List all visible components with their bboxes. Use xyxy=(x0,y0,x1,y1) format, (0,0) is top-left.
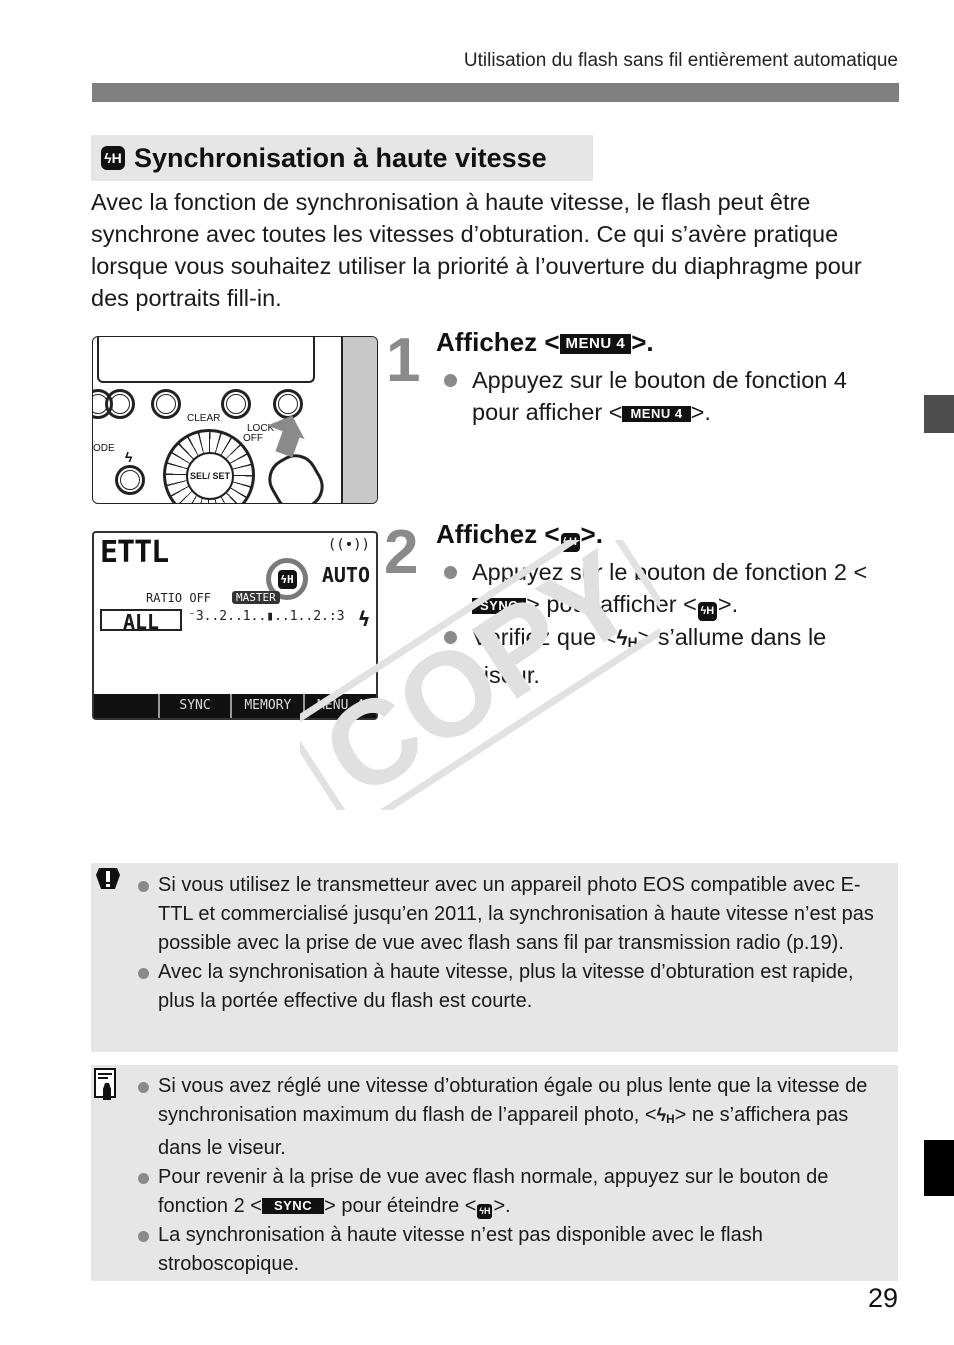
list-item: Avec la synchronisation à haute vitesse,… xyxy=(136,958,878,1016)
function-button-2 xyxy=(151,389,181,419)
section-title-text: Synchronisation à haute vitesse xyxy=(134,142,547,173)
lcd-menu-item xyxy=(94,694,158,718)
flash-icon: ϟ xyxy=(357,607,370,631)
menu4-tag: MENU 4 xyxy=(559,334,632,354)
lcd-master: MASTER xyxy=(232,591,280,604)
list-item: Appuyez sur le bouton de fonction 4 pour… xyxy=(436,364,896,428)
page-number: 29 xyxy=(867,1283,898,1313)
step-title-text: Affichez < xyxy=(436,327,560,357)
bullet-icon xyxy=(444,631,457,644)
intro-paragraph: Avec la fonction de synchronisation à ha… xyxy=(91,189,862,311)
high-speed-sync-icon: ϟH xyxy=(697,602,717,621)
function-button-3 xyxy=(221,389,251,419)
step-number-1: 1 xyxy=(386,326,421,395)
bullet-icon xyxy=(138,1082,149,1093)
list-item: Vérifiez que <ϟH> s’allume dans le viseu… xyxy=(436,621,896,691)
bullet-text: Si vous utilisez le transmetteur avec un… xyxy=(158,874,874,954)
sync-tag: SYNC xyxy=(261,1198,325,1214)
lcd-menu-item: MENU 4 xyxy=(303,694,376,718)
flash-symbol-sub: H xyxy=(666,1113,675,1126)
flash-buttons-illustration: CLEAR LOCK OFF ODE ϟ SEL/ SET xyxy=(92,336,378,504)
list-item: Appuyez sur le bouton de fonction 2 < SYN… xyxy=(436,556,896,621)
flash-symbol: ϟ xyxy=(656,1105,667,1125)
bullet-icon xyxy=(444,566,457,579)
lcd-exposure-scale: ⁻3..2..1..▮..1..2.:3 xyxy=(188,609,345,624)
flash-label: ϟ xyxy=(125,449,133,465)
bullet-text: Avec la synchronisation à haute vitesse,… xyxy=(158,961,854,1012)
high-speed-sync-icon: ϟH xyxy=(560,533,580,552)
lcd-group: ALL xyxy=(100,609,182,633)
header-bar xyxy=(92,83,899,102)
bullet-icon xyxy=(138,1231,149,1242)
high-speed-sync-icon: ϟH xyxy=(101,146,125,170)
bullet-text: La synchronisation à haute vitesse n’est… xyxy=(158,1224,763,1275)
bullet-icon xyxy=(444,374,457,387)
step-2-bullets: Appuyez sur le bouton de fonction 2 < SYN… xyxy=(436,556,896,691)
section-title: ϟH Synchronisation à haute vitesse xyxy=(91,135,593,181)
viewfinder-hs-icon: ϟH xyxy=(656,1105,675,1126)
function-button-1 xyxy=(105,389,135,419)
lcd-menu-item: MEMORY xyxy=(230,694,303,718)
sync-tag: SYNC xyxy=(472,598,527,614)
lcd-panel-outline xyxy=(97,337,315,383)
bullet-text: Vérifiez que < xyxy=(472,624,617,650)
caution-box: Si vous utilisez le transmetteur avec un… xyxy=(91,863,898,1052)
step-title-text: Affichez < xyxy=(436,519,560,549)
list-item: Si vous utilisez le transmetteur avec un… xyxy=(136,871,878,958)
bullet-icon xyxy=(138,968,149,979)
lock-switch xyxy=(260,446,332,503)
off-label: OFF xyxy=(243,433,263,444)
lcd-ratio: RATIO OFF xyxy=(146,591,212,605)
bullet-text: > pour afficher < xyxy=(526,591,697,617)
chapter-tab-marker-active xyxy=(924,1140,954,1196)
lcd-mode: ETTL xyxy=(100,535,169,570)
list-item: Si vous avez réglé une vitesse d’obturat… xyxy=(136,1072,878,1163)
bullet-text: >. xyxy=(717,591,739,617)
running-header: Utilisation du flash sans fil entièremen… xyxy=(463,50,898,71)
flash-body-side xyxy=(341,337,377,503)
step-title-1: Affichez < MENU 4 >. xyxy=(436,327,654,358)
menu4-tag: MENU 4 xyxy=(622,406,691,422)
step-title-2: Affichez < ϟH >. xyxy=(436,519,603,552)
bullet-text: >. xyxy=(493,1195,511,1217)
flash-button xyxy=(115,465,145,495)
lcd-menu-bar: SYNC MEMORY MENU 4 xyxy=(94,694,376,718)
lcd-illustration: ETTL ((•)) ϟH AUTO RATIO OFF MASTER ALL … xyxy=(92,531,378,720)
clear-label: CLEAR xyxy=(187,413,221,424)
step-1-bullets: Appuyez sur le bouton de fonction 4 pour… xyxy=(436,364,896,428)
bullet-icon xyxy=(138,881,149,892)
mode-label: ODE xyxy=(93,443,115,454)
radio-icon: ((•)) xyxy=(327,537,370,553)
step-title-text: >. xyxy=(580,519,603,549)
sel-set-button: SEL/ SET xyxy=(186,452,234,500)
high-speed-sync-icon: ϟH xyxy=(277,569,297,589)
bullet-text: > pour éteindre < xyxy=(324,1195,477,1217)
step-number-2: 2 xyxy=(384,518,419,587)
lcd-auto: AUTO xyxy=(321,563,370,587)
flash-symbol: ϟ xyxy=(616,627,628,650)
viewfinder-hs-icon: ϟH xyxy=(616,627,637,650)
caution-icon xyxy=(96,868,120,889)
bullet-text: >. xyxy=(690,399,711,425)
high-speed-sync-icon: ϟH xyxy=(477,1204,493,1219)
list-item: La synchronisation à haute vitesse n’est… xyxy=(136,1221,878,1279)
memo-box: Si vous avez réglé une vitesse d’obturat… xyxy=(91,1065,898,1281)
bullet-icon xyxy=(138,1173,149,1184)
memo-icon xyxy=(94,1068,116,1100)
step-title-text: >. xyxy=(631,327,654,357)
lcd-menu-item: SYNC xyxy=(157,694,231,718)
bullet-text: Appuyez sur le bouton de fonction 2 < xyxy=(472,559,868,585)
chapter-tab-marker xyxy=(924,395,954,433)
list-item: Pour revenir à la prise de vue avec flas… xyxy=(136,1163,878,1221)
flash-symbol-sub: H xyxy=(627,635,638,650)
